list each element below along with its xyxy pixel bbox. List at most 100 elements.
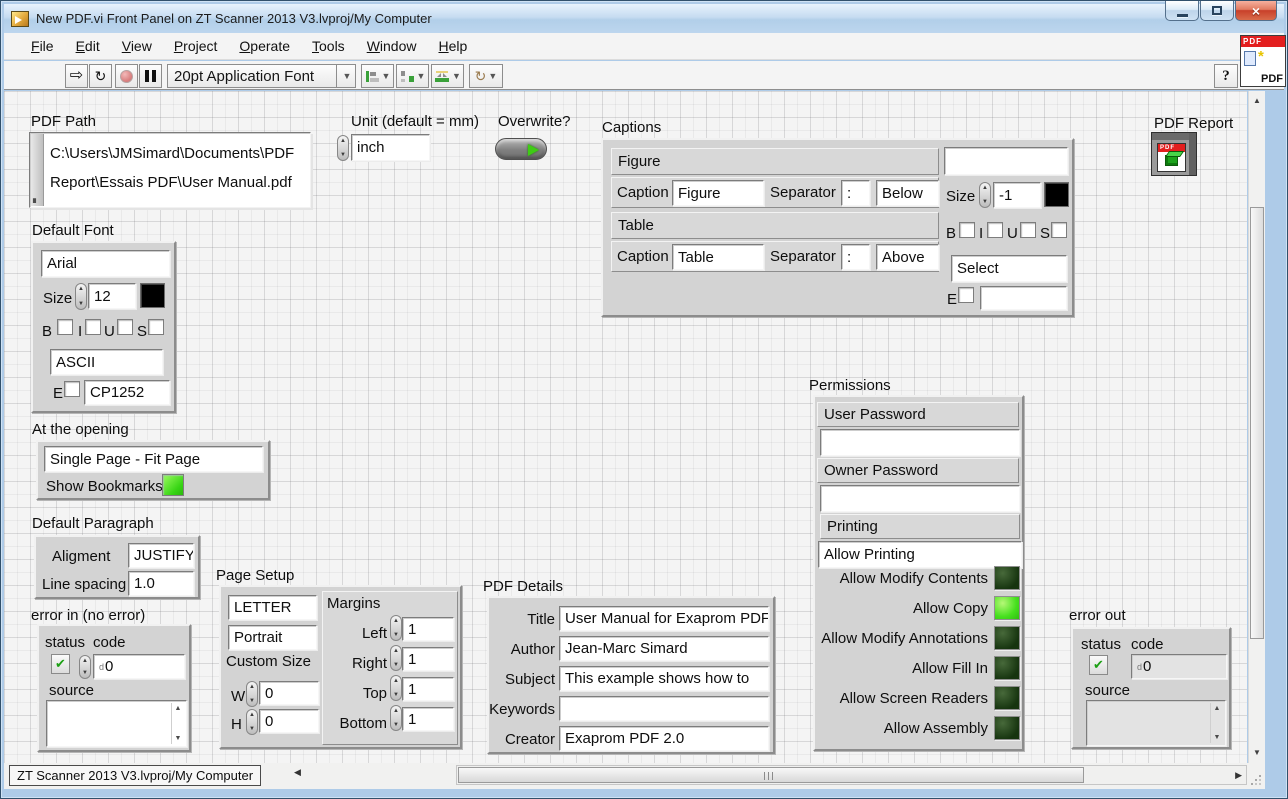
error-in-code-field[interactable]: d0	[93, 654, 185, 679]
horizontal-scrollbar[interactable]: ▶	[456, 765, 1247, 785]
reorder-objects-button[interactable]: ↻ ▼	[469, 64, 503, 88]
caption-strike-checkbox[interactable]	[1051, 222, 1067, 238]
overwrite-switch[interactable]	[495, 138, 547, 160]
menu-file[interactable]: File	[20, 34, 65, 58]
pdf-report-refnum[interactable]: PDF	[1151, 132, 1197, 176]
caption-encoding-checkbox[interactable]	[958, 287, 974, 303]
show-bookmarks-led[interactable]	[162, 474, 184, 496]
default-font-cluster[interactable]: Arial Size ▲▼ 12 B I U S ASCII E CP1252	[31, 241, 176, 413]
unit-spinner[interactable]: ▲▼	[337, 135, 349, 161]
caption-font-name-field[interactable]	[944, 147, 1068, 175]
width-spinner[interactable]: ▲▼	[246, 681, 258, 707]
distribute-objects-button[interactable]: ▼	[396, 64, 429, 88]
font-size-spinner[interactable]: ▲▼	[75, 283, 87, 310]
menu-window[interactable]: Window	[356, 34, 428, 58]
default-paragraph-cluster[interactable]: Aligment JUSTIFY Line spacing 1.0	[34, 535, 200, 599]
table-caption-field[interactable]: Table	[672, 244, 764, 270]
error-in-source-field[interactable]: ▲▼	[46, 700, 187, 747]
permissions-cluster[interactable]: User Password Owner Password Printing Al…	[813, 395, 1024, 751]
run-continuous-button[interactable]: ↻	[89, 64, 112, 88]
margin-bottom-spinner[interactable]: ▲▼	[390, 705, 402, 731]
font-name-field[interactable]: Arial	[41, 250, 170, 277]
caption-underline-checkbox[interactable]	[1020, 222, 1036, 238]
unit-ring[interactable]: inch	[351, 134, 430, 161]
close-button[interactable]: ×	[1235, 1, 1277, 21]
error-in-cluster[interactable]: status code ✔ ▲▼ d0 source ▲▼	[37, 624, 191, 752]
scroll-right-icon[interactable]: ▶	[1235, 770, 1242, 781]
vertical-scrollbar-thumb[interactable]	[1250, 207, 1264, 639]
vertical-scrollbar[interactable]: ▲ ▼	[1248, 91, 1265, 763]
menu-project[interactable]: Project	[163, 34, 229, 58]
align-objects-button[interactable]: ▼	[361, 64, 394, 88]
scroll-left-icon[interactable]: ◀	[294, 767, 301, 778]
horizontal-scrollbar-thumb[interactable]	[458, 767, 1084, 783]
execution-target-box[interactable]: ZT Scanner 2013 V3.lvproj/My Computer	[9, 765, 261, 786]
allow-modify-annotations-led[interactable]	[994, 626, 1020, 650]
caption-bold-checkbox[interactable]	[959, 222, 975, 238]
menu-edit[interactable]: Edit	[65, 34, 111, 58]
font-size-field[interactable]: 12	[88, 283, 136, 309]
author-field[interactable]: Jean-Marc Simard	[559, 636, 769, 661]
caption-italic-checkbox[interactable]	[987, 222, 1003, 238]
caption-charset-ring[interactable]: Select	[951, 255, 1067, 282]
at-the-opening-cluster[interactable]: Single Page - Fit Page Show Bookmarks	[36, 440, 270, 500]
context-help-button[interactable]: ?	[1214, 64, 1238, 88]
menu-help[interactable]: Help	[428, 34, 479, 58]
menu-tools[interactable]: Tools	[301, 34, 356, 58]
allow-modify-contents-led[interactable]	[994, 566, 1020, 590]
pdf-path-control[interactable]: ▖ C:\Users\JMSimard\Documents\PDF Report…	[29, 132, 311, 208]
caption-font-size-spinner[interactable]: ▲▼	[979, 182, 991, 208]
user-password-field[interactable]	[820, 429, 1020, 456]
font-underline-checkbox[interactable]	[117, 319, 133, 335]
run-button[interactable]: ⇨	[65, 64, 88, 88]
allow-fill-in-led[interactable]	[994, 656, 1020, 680]
figure-position-ring[interactable]: Below	[876, 180, 939, 206]
pdf-path-value[interactable]: C:\Users\JMSimard\Documents\PDF Report\E…	[50, 139, 306, 197]
width-field[interactable]: 0	[259, 681, 319, 705]
field-scrollbar[interactable]: ▲▼	[171, 703, 184, 744]
figure-caption-field[interactable]: Figure	[672, 180, 764, 206]
font-italic-checkbox[interactable]	[85, 319, 101, 335]
font-encoding-checkbox[interactable]	[64, 381, 80, 397]
maximize-button[interactable]	[1200, 1, 1234, 21]
scroll-up-icon[interactable]: ▲	[1249, 93, 1265, 109]
font-ring-dropdown[interactable]: ▼	[336, 64, 356, 88]
caption-font-colorbox[interactable]	[1044, 182, 1069, 207]
field-scrollbar[interactable]: ▲▼	[1210, 703, 1223, 743]
captions-cluster[interactable]: Figure Caption Figure Separator : Below …	[601, 138, 1074, 317]
pause-button[interactable]	[139, 64, 162, 88]
table-position-ring[interactable]: Above	[876, 244, 939, 270]
font-colorbox[interactable]	[140, 283, 165, 308]
margin-left-spinner[interactable]: ▲▼	[390, 615, 402, 641]
margin-right-spinner[interactable]: ▲▼	[390, 645, 402, 671]
allow-screen-readers-led[interactable]	[994, 686, 1020, 710]
alignment-ring[interactable]: JUSTIFY	[128, 543, 194, 568]
height-spinner[interactable]: ▲▼	[246, 709, 258, 735]
menu-operate[interactable]: Operate	[228, 34, 301, 58]
vi-icon[interactable]: PDF * PDF	[1240, 35, 1286, 87]
path-browse-strip[interactable]: ▖	[31, 134, 44, 206]
page-setup-cluster[interactable]: LETTER Portrait Custom Size W ▲▼ 0 H ▲▼ …	[219, 585, 462, 749]
font-ring[interactable]: 20pt Application Font	[167, 64, 337, 88]
creator-field[interactable]: Exaprom PDF 2.0	[559, 726, 769, 751]
printing-ring[interactable]: Allow Printing	[818, 541, 1022, 568]
margin-top-spinner[interactable]: ▲▼	[390, 675, 402, 701]
menu-view[interactable]: View	[111, 34, 163, 58]
font-encoding-field[interactable]: CP1252	[84, 380, 170, 405]
margin-right-field[interactable]: 1	[402, 647, 454, 671]
margin-bottom-field[interactable]: 1	[402, 707, 454, 731]
error-in-status-button[interactable]: ✔	[51, 654, 70, 674]
orientation-ring[interactable]: Portrait	[228, 625, 317, 650]
opening-layout-ring[interactable]: Single Page - Fit Page	[44, 446, 263, 472]
error-in-code-spinner[interactable]: ▲▼	[79, 655, 91, 679]
abort-button[interactable]	[115, 64, 138, 88]
font-bold-checkbox[interactable]	[57, 319, 73, 335]
font-strike-checkbox[interactable]	[148, 319, 164, 335]
height-field[interactable]: 0	[259, 709, 319, 733]
margin-left-field[interactable]: 1	[402, 617, 454, 641]
font-charset-ring[interactable]: ASCII	[50, 349, 163, 375]
subject-field[interactable]: This example shows how to	[559, 666, 769, 691]
minimize-button[interactable]	[1165, 1, 1199, 21]
title-field[interactable]: User Manual for Exaprom PDF	[559, 606, 769, 631]
paper-size-ring[interactable]: LETTER	[228, 595, 317, 620]
